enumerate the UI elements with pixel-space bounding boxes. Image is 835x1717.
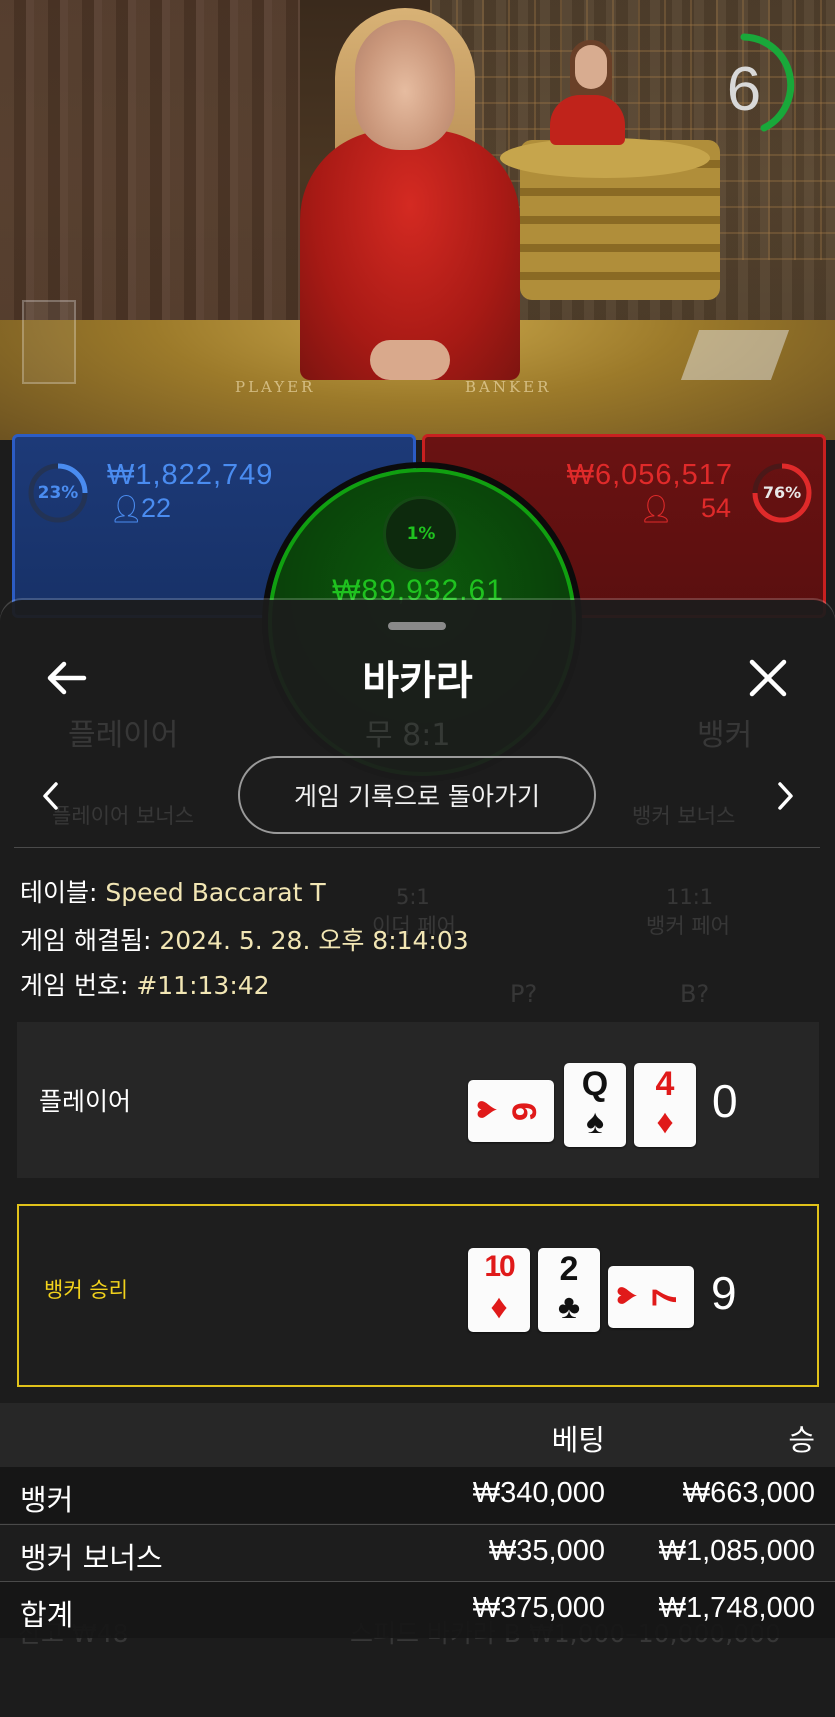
card-suit-icon: ♠ — [585, 1103, 605, 1141]
card-suit-icon: ♥ — [606, 1285, 645, 1306]
resolved-info-label: 게임 해결됨: — [20, 926, 160, 955]
game-number-value: #11:13:42 — [136, 971, 270, 1000]
felt-player-label: PLAYER — [235, 378, 316, 396]
win-column-header: 승 — [788, 1423, 815, 1457]
bet-type: 합계 — [20, 1598, 74, 1632]
card-rank: 7 — [645, 1288, 684, 1307]
player-user-icon: 👤︎ — [109, 494, 144, 524]
ghost-banker-bonus: 뱅커 보너스 — [632, 804, 736, 828]
ghost-banker-label: 뱅커 — [697, 718, 753, 753]
ghost-banker-pair-odds: 11:1 — [666, 885, 714, 909]
player-percent: 23% — [37, 483, 79, 503]
ghost-either-pair-odds: 5:1 — [396, 885, 430, 909]
card-suit-icon: ♦ — [490, 1288, 508, 1326]
banker-percent: 76% — [762, 483, 802, 502]
close-button[interactable] — [745, 655, 791, 701]
card-discard-holder — [22, 300, 76, 384]
playing-card: 2 ♣ — [538, 1248, 600, 1332]
timer-value: 6 — [726, 55, 762, 124]
chevron-left-icon — [43, 782, 58, 810]
playing-card: Q ♠ — [564, 1063, 626, 1147]
card-rank: 9 — [505, 1102, 544, 1121]
game-number-info: 게임 번호: #11:13:42 — [20, 966, 270, 1002]
ghost-banker-pair: 뱅커 페어 — [646, 914, 730, 938]
banker-result-label: 뱅커 승리 — [44, 1278, 128, 1302]
card-shoe — [680, 330, 790, 380]
bet-amount: ₩35,000 — [488, 1535, 605, 1567]
card-rank: 2 — [559, 1250, 579, 1288]
banker-bettor-count: 54 — [700, 493, 731, 523]
resolved-info-value: 2024. 5. 28. 오후 8:14:03 — [159, 926, 469, 955]
game-number-label: 게임 번호: — [20, 971, 137, 1000]
player-bet-amount: ₩1,822,749 — [107, 459, 274, 491]
win-amount: ₩663,000 — [682, 1477, 815, 1509]
card-rank: 4 — [655, 1065, 675, 1103]
banker-result-row: 뱅커 승리 10 ♦ 2 ♣ 7 ♥ 9 — [17, 1204, 819, 1387]
card-suit-icon: ♦ — [656, 1103, 674, 1141]
ghost-player-bonus: 플레이어 보너스 — [52, 804, 194, 828]
countdown-timer: 6 — [704, 30, 800, 140]
bet-type: 뱅커 — [20, 1483, 74, 1517]
chevron-right-icon — [778, 782, 793, 810]
card-suit-icon: ♣ — [557, 1288, 581, 1326]
bets-table-header: 베팅 승 — [0, 1403, 835, 1467]
bet-amount: ₩340,000 — [472, 1477, 605, 1509]
player-bettor-count: 22 — [141, 493, 172, 523]
ghost-p-question: P? — [510, 980, 538, 1008]
playing-card: 4 ♦ — [634, 1063, 696, 1147]
bets-table-row: 합계 ₩375,000 ₩1,748,000 — [0, 1581, 835, 1638]
banker-user-icon: 👤︎ — [638, 494, 673, 524]
ghost-b-question: B? — [680, 980, 710, 1008]
banker-bet-amount: ₩6,056,517 — [566, 459, 733, 491]
background-dealer-body — [550, 95, 625, 145]
playing-card: 9 ♥ — [466, 1080, 554, 1142]
win-amount: ₩1,748,000 — [658, 1592, 815, 1624]
tie-percent-ring: 1% — [383, 496, 459, 572]
felt-banker-label: BANKER — [465, 378, 552, 396]
card-suit-icon: ♥ — [466, 1099, 505, 1120]
sheet-title: 바카라 — [362, 658, 473, 704]
bets-table-row: 뱅커 ₩340,000 ₩663,000 — [0, 1467, 835, 1523]
bets-table-row: 뱅커 보너스 ₩35,000 ₩1,085,000 — [0, 1524, 835, 1581]
banker-score: 9 — [711, 1267, 737, 1319]
player-score: 0 — [712, 1075, 738, 1127]
card-rank: Q — [581, 1065, 609, 1103]
next-round-button[interactable] — [770, 778, 800, 814]
ghost-player-label: 플레이어 — [68, 718, 179, 753]
dealer-hands — [370, 340, 450, 380]
betting-summary: 23% ₩1,822,749 👤︎ 22 ₩6,056,517 👤︎ 54 76… — [0, 432, 835, 776]
dealer-head — [355, 20, 455, 150]
bet-amount: ₩375,000 — [472, 1592, 605, 1624]
ghost-tie-label: 무 8:1 — [365, 718, 451, 753]
banker-percent-ring: 76% — [751, 462, 813, 524]
table-info-value: Speed Baccarat T — [105, 878, 326, 907]
previous-round-button[interactable] — [36, 778, 66, 814]
tie-percent: 1% — [406, 524, 436, 544]
curtain-left — [0, 0, 300, 330]
resolved-info: 게임 해결됨: 2024. 5. 28. 오후 8:14:03 — [20, 921, 469, 957]
back-to-history-button[interactable]: 게임 기록으로 돌아가기 — [238, 756, 596, 834]
background-dealer-head — [575, 45, 607, 89]
sheet-drag-handle[interactable] — [388, 622, 446, 630]
player-result-row: 플레이어 9 ♥ Q ♠ 4 ♦ 0 — [17, 1022, 819, 1178]
win-amount: ₩1,085,000 — [658, 1535, 815, 1567]
player-percent-ring: 23% — [27, 462, 89, 524]
table-info-label: 테이블: — [20, 878, 106, 907]
bet-column-header: 베팅 — [551, 1423, 605, 1457]
live-video-feed: PLAYER BANKER 6 — [0, 0, 835, 440]
table-info: 테이블: Speed Baccarat T — [20, 873, 326, 909]
bet-type: 뱅커 보너스 — [20, 1541, 163, 1575]
playing-card: 7 ♥ — [606, 1266, 694, 1328]
info-divider — [14, 847, 820, 848]
card-rank: 10 — [484, 1250, 515, 1283]
player-result-label: 플레이어 — [39, 1087, 132, 1116]
close-icon — [749, 659, 787, 697]
playing-card: 10 ♦ — [468, 1248, 530, 1332]
